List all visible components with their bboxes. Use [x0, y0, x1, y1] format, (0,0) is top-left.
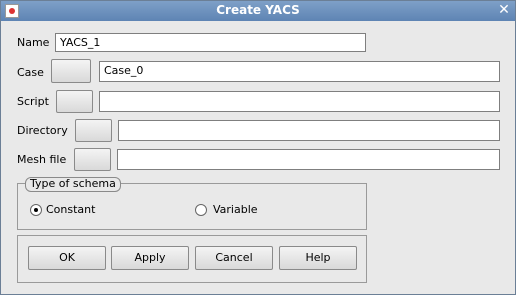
directory-label: Directory: [17, 124, 68, 137]
mesh-file-field[interactable]: [117, 149, 500, 170]
ok-button[interactable]: OK: [28, 246, 106, 270]
constant-radio[interactable]: [30, 204, 42, 216]
variable-label: Variable: [213, 203, 258, 216]
variable-radio[interactable]: [195, 204, 207, 216]
script-label: Script: [17, 95, 49, 108]
script-browse-button[interactable]: [56, 90, 93, 113]
cancel-button[interactable]: Cancel: [195, 246, 273, 270]
script-field[interactable]: [99, 91, 500, 112]
mesh-file-browse-button[interactable]: [74, 148, 111, 171]
case-label: Case: [17, 66, 44, 79]
close-icon[interactable]: ✕: [497, 3, 511, 18]
constant-label: Constant: [46, 203, 96, 216]
dialog-window: Create YACS ✕ Name YACS_1 Case Case_0 Sc…: [0, 0, 516, 295]
title-bar: Create YACS ✕: [1, 1, 515, 21]
help-button[interactable]: Help: [279, 246, 357, 270]
dialog-title: Create YACS: [216, 3, 300, 17]
mesh-file-label: Mesh file: [17, 153, 67, 166]
case-field[interactable]: Case_0: [99, 61, 500, 82]
schema-group-title: Type of schema: [25, 177, 121, 192]
name-label: Name: [17, 36, 50, 49]
directory-browse-button[interactable]: [75, 119, 112, 142]
case-browse-button[interactable]: [51, 59, 91, 83]
name-field[interactable]: YACS_1: [55, 33, 366, 52]
directory-field[interactable]: [118, 120, 500, 141]
apply-button[interactable]: Apply: [111, 246, 189, 270]
